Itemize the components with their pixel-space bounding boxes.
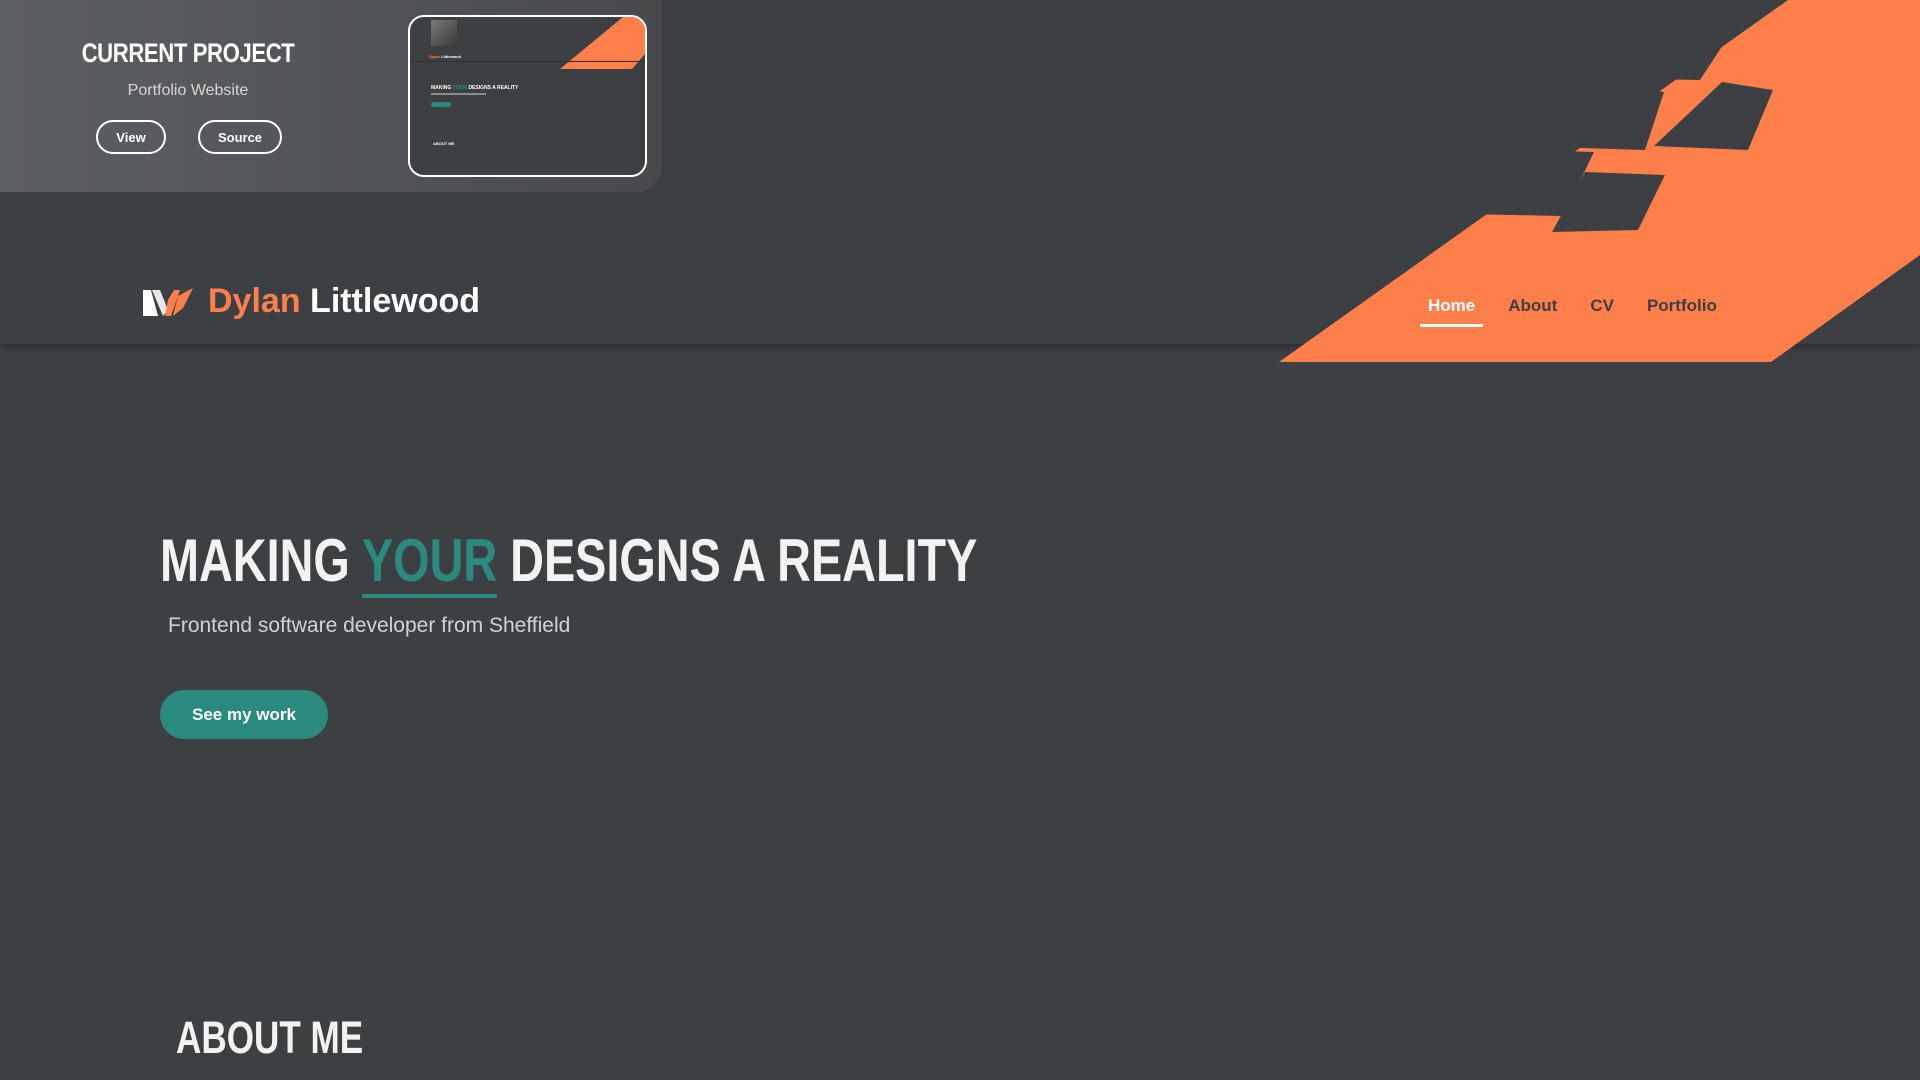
view-project-button[interactable]: View <box>96 120 166 154</box>
thumbnail-heading-after: DESIGNS A REALITY <box>468 85 519 91</box>
site-brand[interactable]: Dylan Littlewood <box>208 282 480 321</box>
nav-item-about[interactable]: About <box>1500 296 1565 327</box>
thumbnail-brand-first: Dylan <box>429 54 440 59</box>
hero-subtitle: Frontend software developer from Sheffie… <box>168 614 571 637</box>
dl-logo-icon[interactable] <box>143 288 193 318</box>
thumbnail-heading-accent: YOUR <box>452 85 468 91</box>
nav-item-portfolio[interactable]: Portfolio <box>1639 296 1725 327</box>
thumbnail-about-heading: ABOUT ME <box>433 141 455 146</box>
brand-first-name: Dylan <box>208 282 301 320</box>
thumbnail-heading: MAKING YOUR DESIGNS A REALITY <box>431 85 518 91</box>
see-my-work-button[interactable]: See my work <box>160 690 328 739</box>
hero-title-accent: YOUR <box>361 527 498 598</box>
thumbnail-cta <box>431 102 451 107</box>
about-heading: ABOUT ME <box>176 1012 364 1063</box>
hero-title-after: DESIGNS A REALITY <box>510 527 978 594</box>
hero-title-before: MAKING <box>160 527 350 594</box>
thumbnail-brand-last: Littlewood <box>441 54 462 59</box>
thumbnail-heading-before: MAKING <box>431 85 452 91</box>
current-project-name: Portfolio Website <box>127 82 249 99</box>
current-project-title: CURRENT PROJECT <box>81 38 295 68</box>
nav-item-cv[interactable]: CV <box>1582 296 1622 327</box>
brand-last-name: Littlewood <box>310 282 481 320</box>
hero-title: MAKING YOUR DESIGNS A REALITY <box>160 526 978 598</box>
thumbnail-brand: Dylan Littlewood <box>429 54 461 59</box>
project-thumbnail[interactable]: Dylan Littlewood MAKING YOUR DESIGNS A R… <box>408 15 647 177</box>
thumbnail-photo <box>431 20 457 46</box>
nav-item-home[interactable]: Home <box>1420 296 1484 327</box>
thumbnail-header-divider <box>410 61 645 62</box>
main-nav: Home About CV Portfolio <box>1420 296 1742 327</box>
current-project-panel: CURRENT PROJECT Portfolio Website View S… <box>0 0 662 192</box>
source-project-button[interactable]: Source <box>198 120 282 154</box>
thumbnail-subtitle-line <box>431 93 486 95</box>
